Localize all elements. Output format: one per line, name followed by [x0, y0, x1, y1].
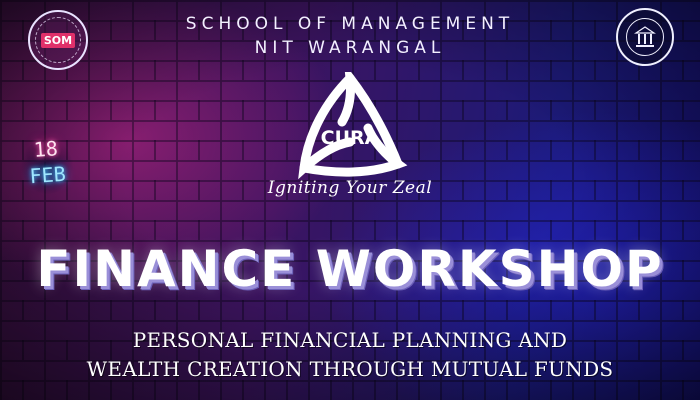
subtitle-line-1: PERSONAL FINANCIAL PLANNING AND: [132, 328, 568, 352]
institution-header: SCHOOL OF MANAGEMENT NIT WARANGAL: [0, 12, 700, 60]
cura-triangle-icon: CURA: [298, 62, 408, 180]
workshop-poster: SOM SCHOOL OF MANAGEMENT NIT WARANGAL 18…: [0, 0, 700, 400]
cura-wordmark: CURA: [321, 127, 380, 149]
institute-name: NIT WARANGAL: [254, 38, 446, 58]
subtitle-line-2: WEALTH CREATION THROUGH MUTUAL FUNDS: [86, 357, 614, 381]
cura-logo: CURA: [286, 62, 414, 184]
school-name: SCHOOL OF MANAGEMENT: [185, 14, 515, 34]
cura-tagline: Igniting Your Zeal: [267, 178, 433, 198]
event-title: FINANCE WORKSHOP: [36, 240, 664, 298]
event-subtitle: PERSONAL FINANCIAL PLANNING AND WEALTH C…: [0, 326, 700, 384]
